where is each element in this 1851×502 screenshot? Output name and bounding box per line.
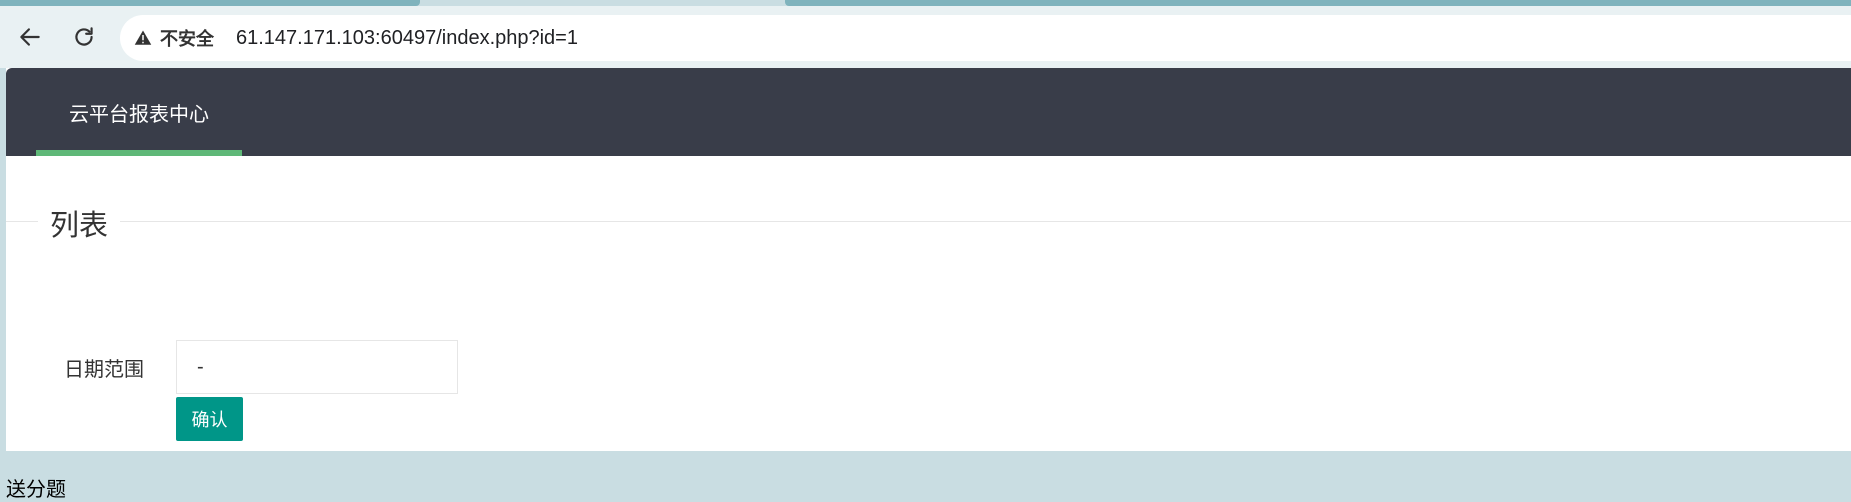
browser-toolbar: 不安全 61.147.171.103:60497/index.php?id=1 [0, 6, 1851, 68]
date-range-input[interactable] [176, 340, 458, 394]
back-button[interactable] [12, 19, 48, 55]
section-divider [6, 221, 1851, 222]
header-bar: 云平台报表中心 [6, 68, 1851, 156]
nav-item-brand[interactable]: 云平台报表中心 [36, 68, 242, 156]
nav-active-indicator [36, 150, 242, 156]
url-text[interactable]: 61.147.171.103:60497/index.php?id=1 [236, 27, 578, 50]
page-content: 云平台报表中心 列表 日期范围 确认 送分题 [6, 68, 1851, 501]
back-arrow-icon [20, 28, 40, 46]
warning-triangle-icon[interactable] [134, 28, 154, 48]
reload-icon [75, 27, 93, 46]
security-status-label[interactable]: 不安全 [160, 25, 214, 51]
footer-text: 送分题 [6, 477, 66, 501]
confirm-button[interactable]: 确认 [176, 397, 243, 441]
reload-button[interactable] [66, 19, 102, 55]
address-bar[interactable]: 不安全 61.147.171.103:60497/index.php?id=1 [120, 15, 1851, 61]
date-range-label: 日期范围 [64, 357, 144, 381]
section-title: 列表 [38, 202, 121, 244]
